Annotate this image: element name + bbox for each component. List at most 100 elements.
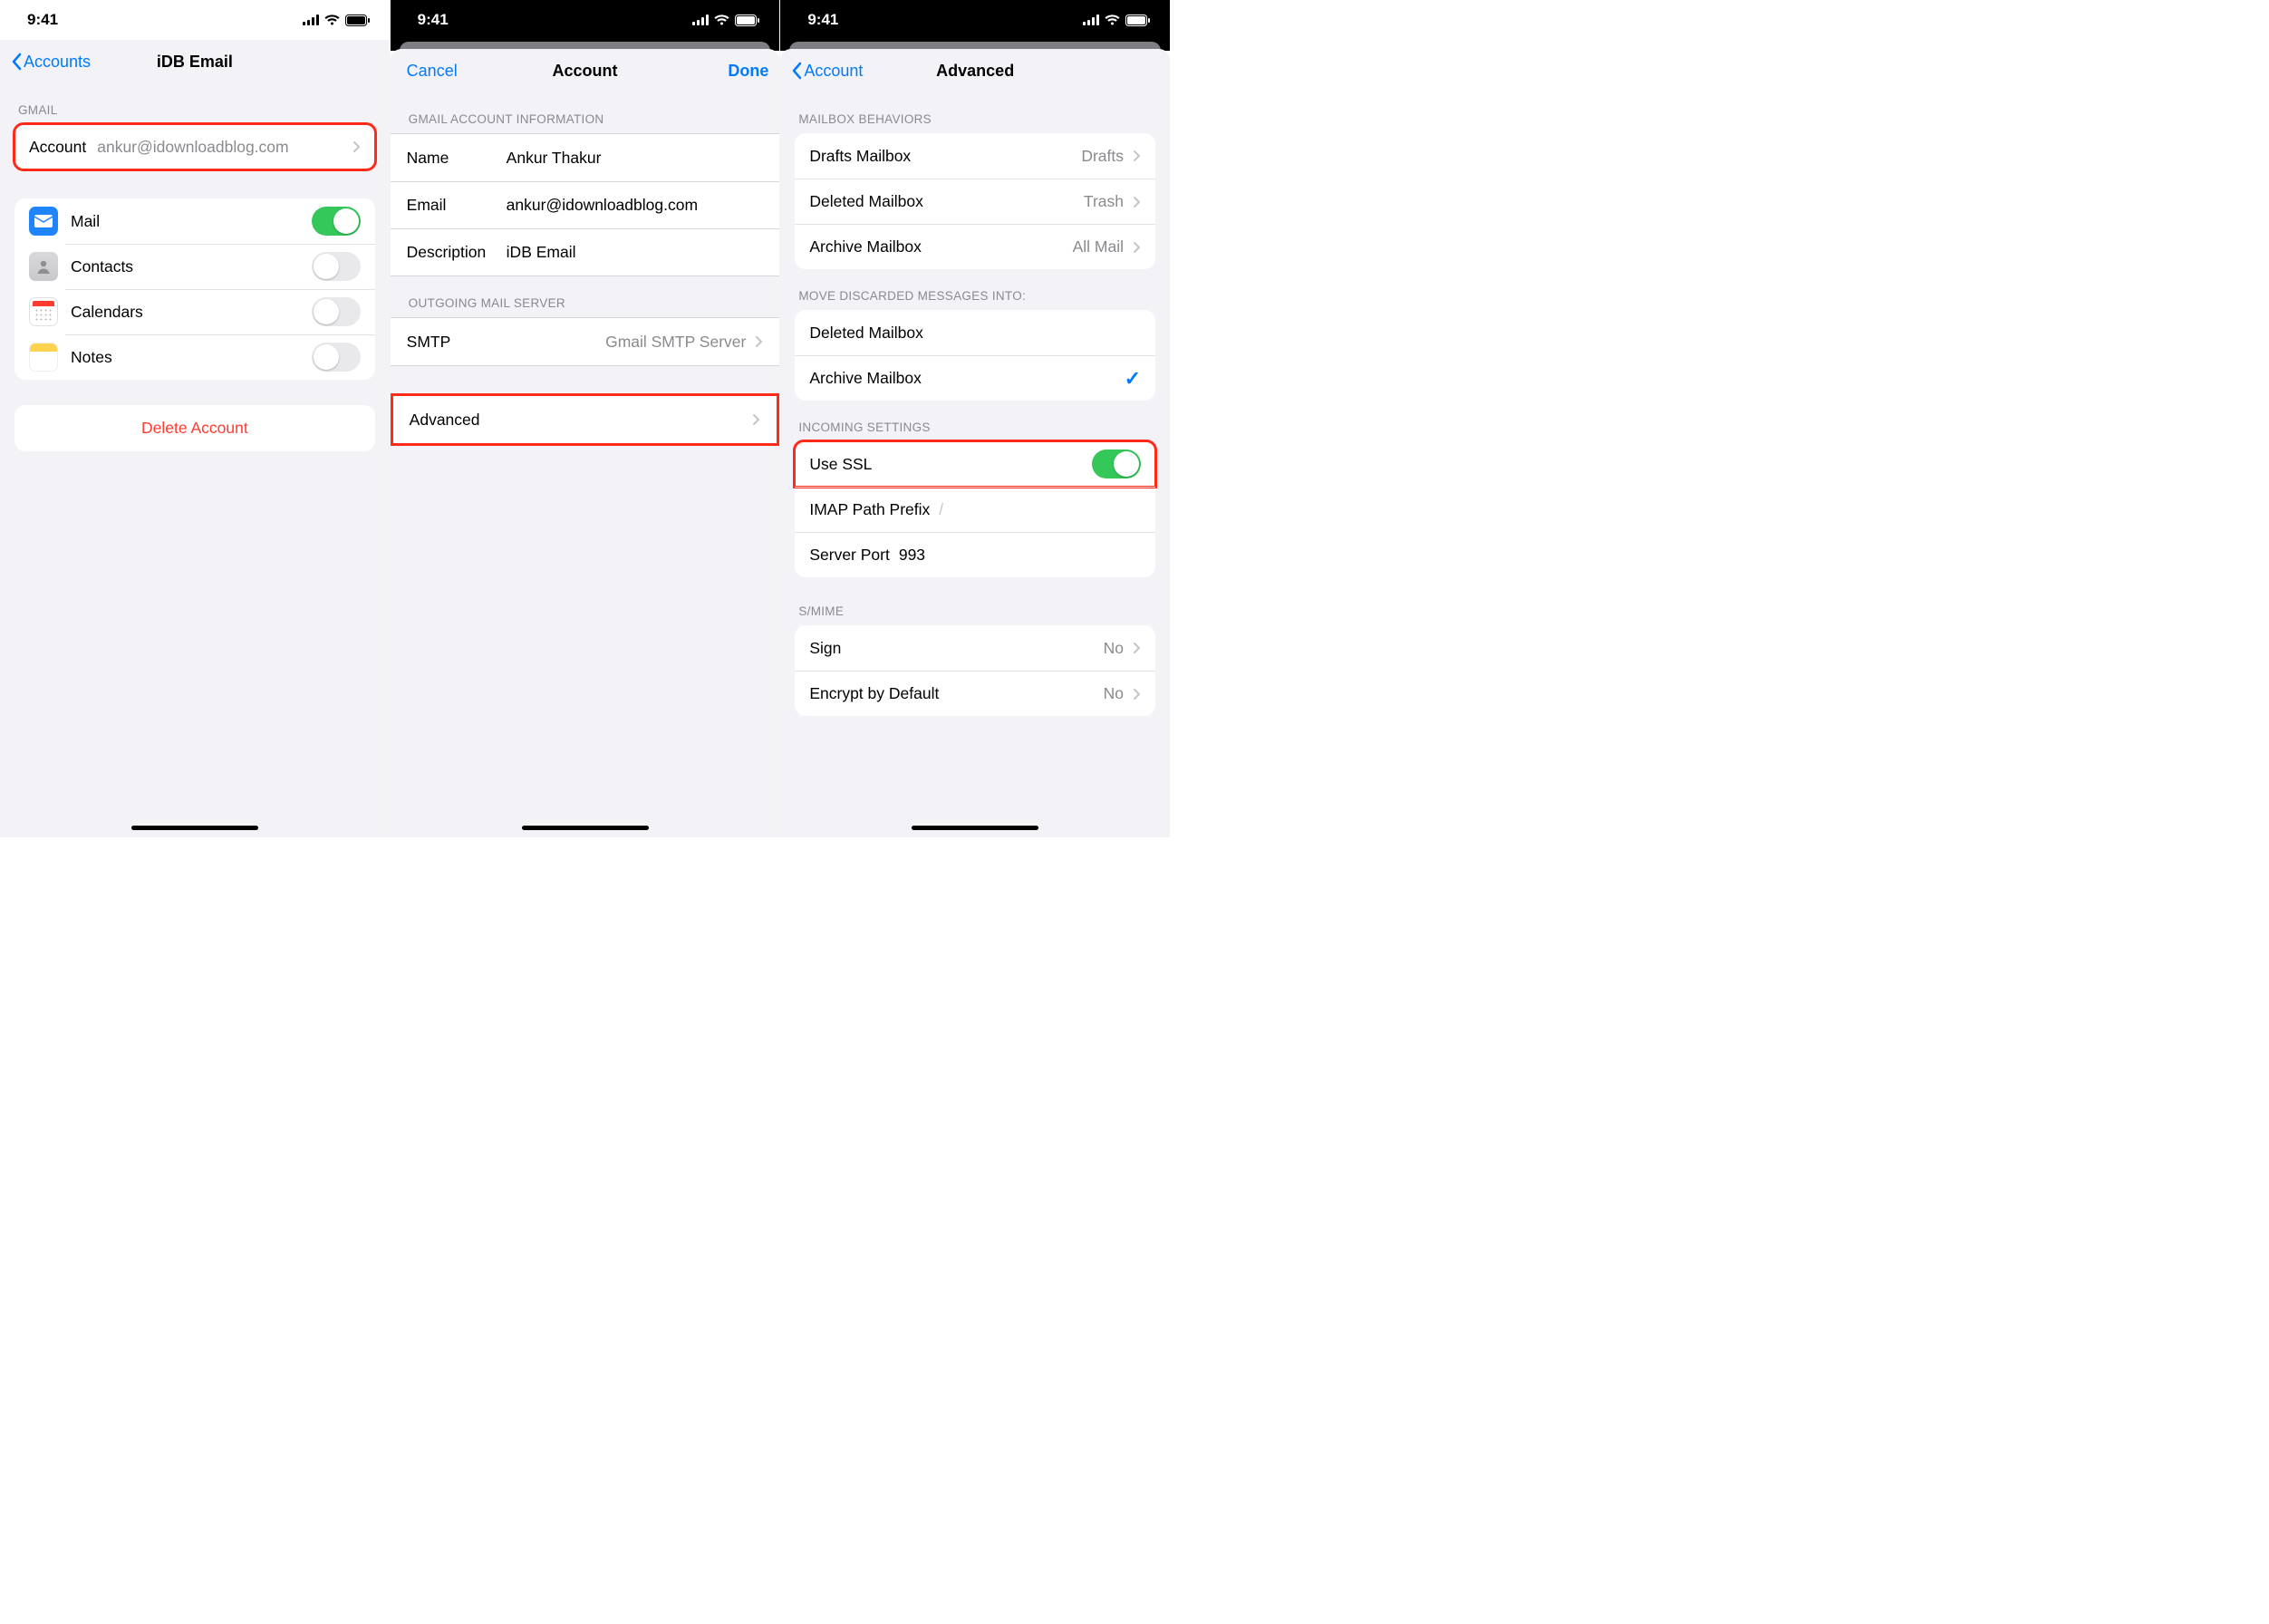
smime-group: Sign No Encrypt by Default No	[795, 625, 1155, 716]
advanced-label: Advanced	[410, 411, 480, 430]
contacts-toggle[interactable]	[312, 252, 361, 281]
status-indicators	[1083, 14, 1150, 26]
back-label: Account	[804, 62, 863, 81]
description-row[interactable]: Description iDB Email	[391, 228, 780, 276]
home-indicator	[131, 826, 258, 830]
use-ssl-row[interactable]: Use SSL	[795, 441, 1155, 487]
sign-row[interactable]: Sign No	[795, 625, 1155, 671]
cancel-button[interactable]: Cancel	[401, 62, 458, 81]
name-field[interactable]: Ankur Thakur	[507, 149, 602, 168]
mail-icon	[29, 207, 58, 236]
drafts-label: Drafts Mailbox	[809, 147, 911, 166]
notes-toggle[interactable]	[312, 343, 361, 372]
account-row-group: Account ankur@idownloadblog.com	[14, 124, 375, 169]
wifi-icon	[324, 14, 340, 25]
wifi-icon	[714, 14, 729, 25]
move-discarded-group: Deleted Mailbox Archive Mailbox ✓	[795, 310, 1155, 401]
archive-mailbox-row[interactable]: Archive Mailbox All Mail	[795, 224, 1155, 269]
notes-label: Notes	[71, 348, 112, 367]
mailbox-behaviors-group: Drafts Mailbox Drafts Deleted Mailbox Tr…	[795, 133, 1155, 269]
status-time: 9:41	[418, 11, 449, 29]
email-field[interactable]: ankur@idownloadblog.com	[507, 196, 698, 215]
cellular-signal-icon	[303, 14, 319, 25]
server-port-row[interactable]: Server Port 993	[795, 532, 1155, 577]
battery-icon	[1125, 14, 1150, 26]
mail-toggle[interactable]	[312, 207, 361, 236]
section-header-behaviors: MAILBOX BEHAVIORS	[780, 92, 1170, 133]
smtp-label: SMTP	[407, 333, 451, 352]
name-label: Name	[407, 149, 507, 168]
done-button[interactable]: Done	[728, 62, 768, 81]
cellular-signal-icon	[1083, 14, 1099, 25]
status-indicators	[692, 14, 759, 26]
notes-icon	[29, 343, 58, 372]
contacts-label: Contacts	[71, 257, 133, 276]
account-info-group: Name Ankur Thakur Email ankur@idownloadb…	[391, 133, 780, 276]
smtp-row[interactable]: SMTP Gmail SMTP Server	[391, 318, 780, 365]
outgoing-group: SMTP Gmail SMTP Server	[391, 317, 780, 366]
cellular-signal-icon	[692, 14, 709, 25]
section-header-outgoing: OUTGOING MAIL SERVER	[391, 276, 780, 317]
chevron-right-icon	[1133, 688, 1141, 701]
sign-label: Sign	[809, 639, 841, 658]
sign-value: No	[1104, 639, 1124, 658]
mail-label: Mail	[71, 212, 100, 231]
description-field[interactable]: iDB Email	[507, 243, 576, 262]
deleted-mailbox-row[interactable]: Deleted Mailbox Trash	[795, 179, 1155, 224]
nav-bar: Account Advanced	[780, 49, 1170, 92]
back-label: Accounts	[24, 53, 91, 72]
nav-bar: Accounts iDB Email	[0, 40, 390, 83]
home-indicator	[912, 826, 1038, 830]
checkmark-icon: ✓	[1125, 367, 1141, 391]
encrypt-value: No	[1104, 684, 1124, 703]
advanced-group: Advanced	[393, 396, 777, 443]
back-button[interactable]: Accounts	[11, 53, 91, 72]
battery-icon	[345, 14, 370, 26]
calendars-label: Calendars	[71, 303, 143, 322]
server-port-label: Server Port	[809, 546, 890, 565]
nav-bar: Cancel Account Done	[391, 49, 780, 92]
move-deleted-label: Deleted Mailbox	[809, 324, 922, 343]
chevron-right-icon	[755, 335, 763, 348]
status-indicators	[303, 14, 370, 26]
encrypt-label: Encrypt by Default	[809, 684, 939, 703]
drafts-mailbox-row[interactable]: Drafts Mailbox Drafts	[795, 133, 1155, 179]
smtp-value: Gmail SMTP Server	[605, 333, 746, 352]
use-ssl-toggle[interactable]	[1092, 450, 1141, 478]
mail-row[interactable]: Mail	[14, 198, 375, 244]
account-row[interactable]: Account ankur@idownloadblog.com	[14, 124, 375, 169]
advanced-row[interactable]: Advanced	[393, 396, 777, 443]
section-header-account-info: GMAIL ACCOUNT INFORMATION	[391, 92, 780, 133]
section-header-smime: S/MIME	[780, 577, 1170, 625]
calendars-toggle[interactable]	[312, 297, 361, 326]
encrypt-row[interactable]: Encrypt by Default No	[795, 671, 1155, 716]
delete-account-button[interactable]: Delete Account	[14, 405, 375, 451]
chevron-left-icon	[11, 53, 22, 71]
email-row[interactable]: Email ankur@idownloadblog.com	[391, 181, 780, 228]
name-row[interactable]: Name Ankur Thakur	[391, 134, 780, 181]
imap-prefix-label: IMAP Path Prefix	[809, 500, 930, 519]
contacts-row[interactable]: Contacts	[14, 244, 375, 289]
chevron-right-icon	[352, 140, 361, 153]
account-label: Account	[29, 138, 86, 157]
notes-row[interactable]: Notes	[14, 334, 375, 380]
archive-label: Archive Mailbox	[809, 237, 922, 256]
contacts-icon	[29, 252, 58, 281]
move-archive-row[interactable]: Archive Mailbox ✓	[795, 355, 1155, 401]
server-port-value: 993	[899, 546, 925, 565]
back-button[interactable]: Account	[791, 62, 863, 81]
account-email: ankur@idownloadblog.com	[97, 138, 288, 157]
status-time: 9:41	[807, 11, 838, 29]
imap-prefix-row[interactable]: IMAP Path Prefix /	[795, 487, 1155, 532]
chevron-right-icon	[1133, 642, 1141, 654]
move-deleted-row[interactable]: Deleted Mailbox	[795, 310, 1155, 355]
calendars-row[interactable]: Calendars	[14, 289, 375, 334]
advanced-highlight: Advanced	[391, 393, 780, 446]
battery-icon	[735, 14, 759, 26]
chevron-right-icon	[1133, 150, 1141, 162]
section-header-incoming: INCOMING SETTINGS	[780, 401, 1170, 441]
email-label: Email	[407, 196, 507, 215]
status-time: 9:41	[27, 11, 58, 29]
imap-prefix-value: /	[939, 500, 943, 519]
status-bar: 9:41	[780, 0, 1170, 40]
